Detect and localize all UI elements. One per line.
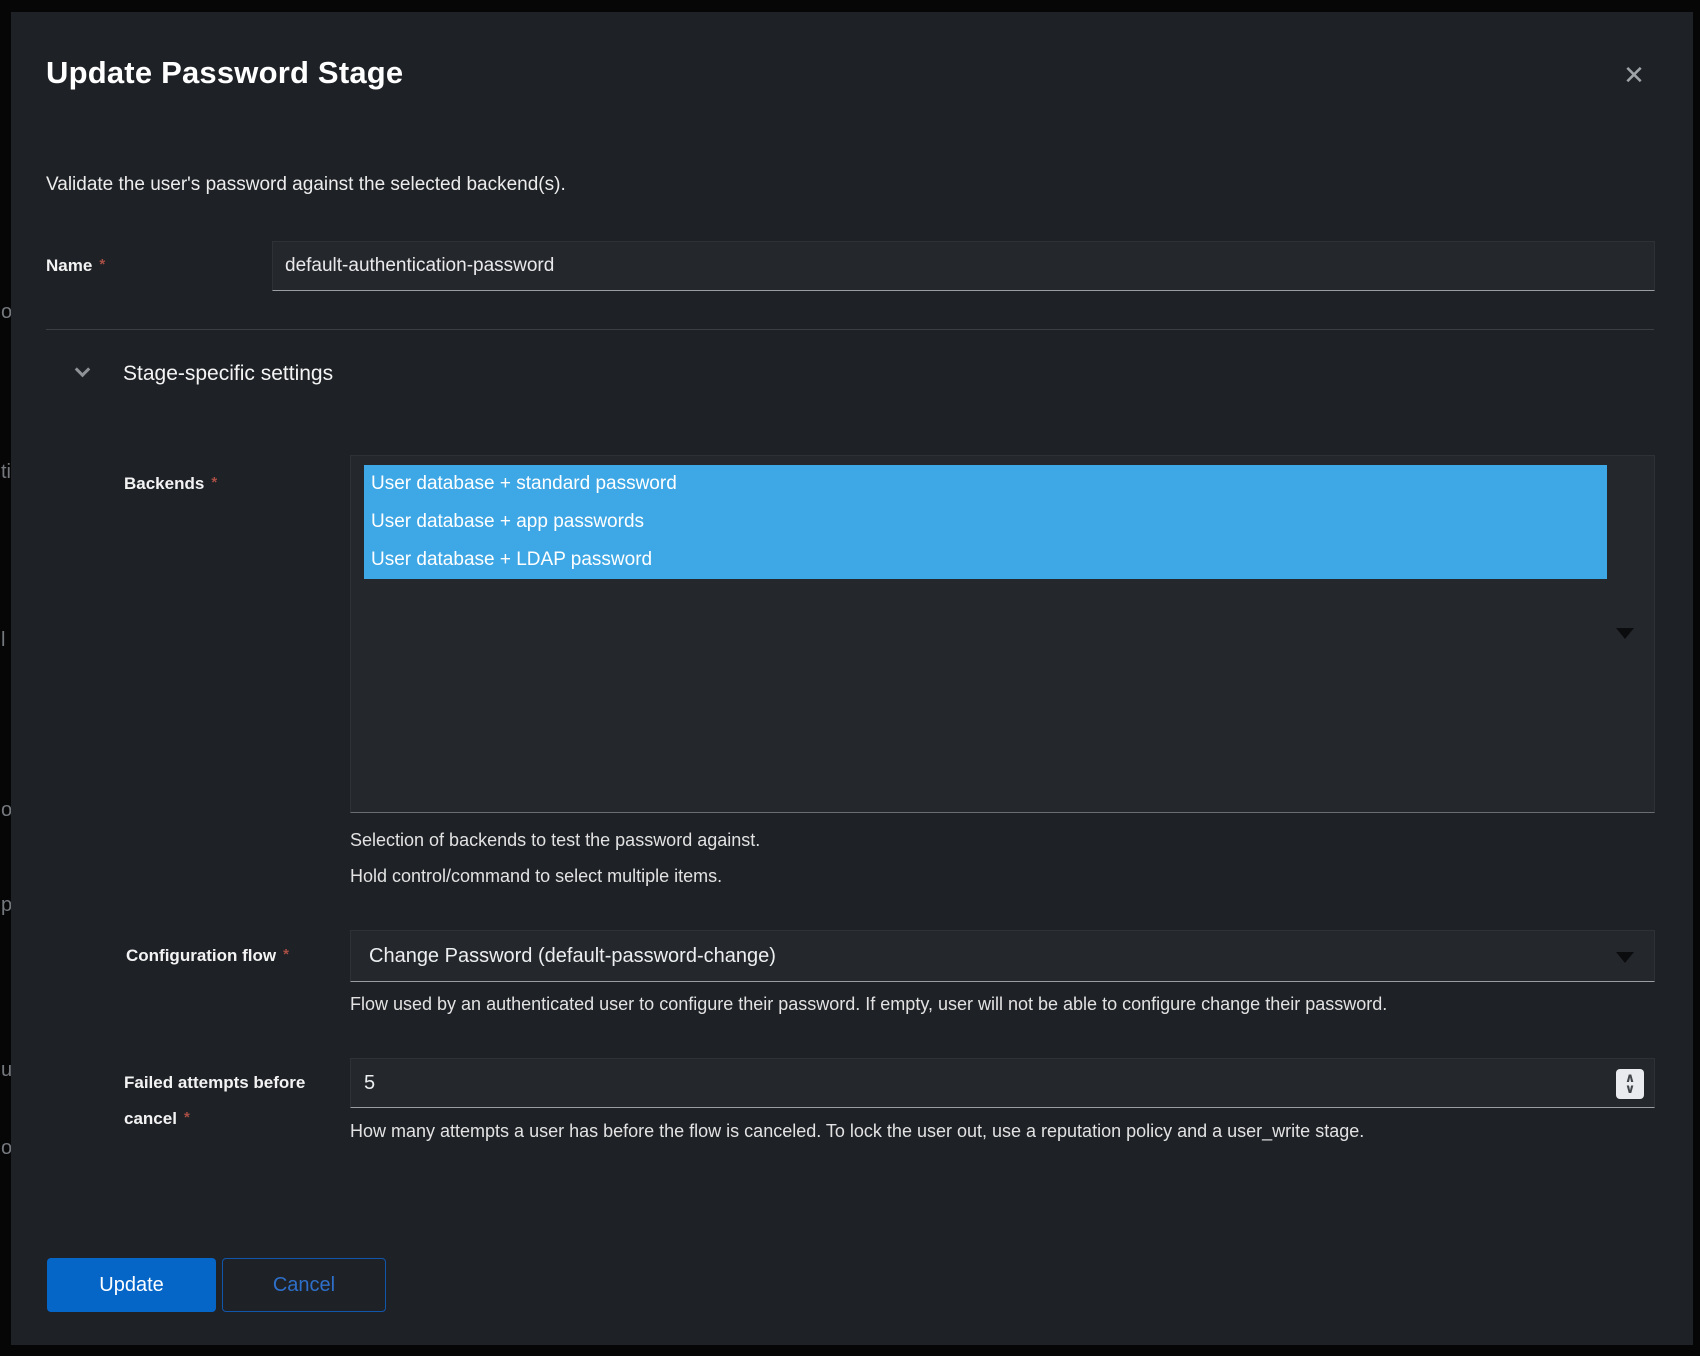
close-icon[interactable]: ✕ — [1617, 59, 1651, 93]
name-input[interactable] — [272, 241, 1655, 291]
name-label: Name * — [46, 255, 105, 278]
required-asterisk: * — [99, 256, 105, 273]
required-asterisk: * — [283, 946, 289, 963]
failed-attempts-label: Failed attempts before cancel* — [124, 1065, 344, 1138]
chevron-down-icon — [75, 362, 91, 378]
background-text-fragment: l — [1, 628, 5, 652]
configuration-flow-help-text: Flow used by an authenticated user to co… — [350, 992, 1387, 1016]
cancel-button[interactable]: Cancel — [222, 1258, 386, 1312]
configuration-flow-select[interactable]: Change Password (default-password-change… — [350, 930, 1655, 982]
update-button[interactable]: Update — [47, 1258, 216, 1312]
modal-title: Update Password Stage — [46, 54, 403, 92]
form-divider — [46, 329, 1654, 330]
required-asterisk: * — [184, 1109, 190, 1126]
backends-multiselect[interactable]: User database + standard password User d… — [350, 455, 1655, 813]
dropdown-caret-icon — [1616, 628, 1634, 639]
number-stepper[interactable]: ∧ ∨ — [1616, 1069, 1644, 1099]
failed-attempts-field: ∧ ∨ — [350, 1058, 1655, 1108]
backends-label-text: Backends — [124, 474, 204, 493]
required-asterisk: * — [211, 474, 217, 491]
backend-option-selected[interactable]: User database + standard password — [364, 465, 1607, 503]
backends-options: User database + standard password User d… — [364, 465, 1607, 579]
backend-option-selected[interactable]: User database + LDAP password — [364, 541, 1607, 579]
stage-specific-settings-toggle[interactable]: Stage-specific settings — [69, 360, 409, 390]
failed-attempts-help-text: How many attempts a user has before the … — [350, 1119, 1364, 1143]
failed-attempts-label-text: Failed attempts before cancel — [124, 1073, 305, 1128]
name-label-text: Name — [46, 256, 92, 275]
configuration-flow-label-text: Configuration flow — [126, 946, 276, 965]
stepper-down-icon[interactable]: ∨ — [1625, 1084, 1636, 1095]
backend-option-selected[interactable]: User database + app passwords — [364, 503, 1607, 541]
backends-label: Backends * — [124, 473, 217, 496]
backends-help-text: Hold control/command to select multiple … — [350, 864, 722, 888]
configuration-flow-selected-value: Change Password (default-password-change… — [369, 931, 776, 981]
failed-attempts-input[interactable] — [351, 1059, 1601, 1107]
modal-description: Validate the user's password against the… — [46, 172, 566, 197]
configuration-flow-label: Configuration flow * — [126, 945, 289, 968]
dropdown-caret-icon — [1616, 952, 1634, 963]
backends-help-text: Selection of backends to test the passwo… — [350, 828, 760, 852]
section-title: Stage-specific settings — [123, 360, 333, 387]
update-password-stage-modal: Update Password Stage ✕ Validate the use… — [11, 12, 1693, 1345]
background-text-fragment: ti — [1, 460, 11, 484]
